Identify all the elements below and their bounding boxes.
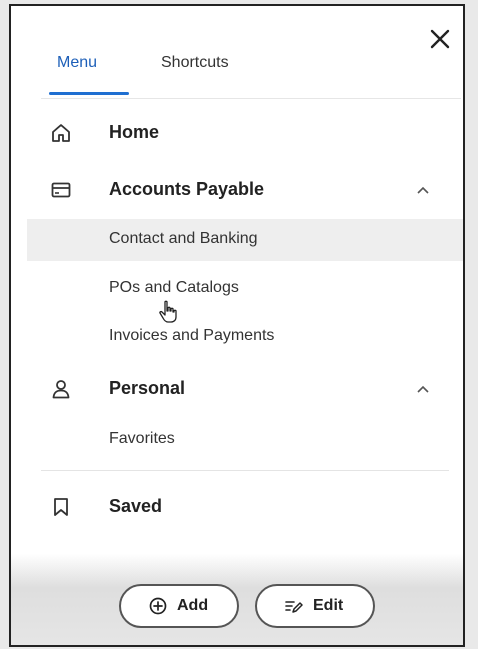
menu-item-personal[interactable]: Personal xyxy=(11,366,463,412)
divider xyxy=(41,470,449,471)
add-button-label: Add xyxy=(177,597,209,614)
menu-item-label: Accounts Payable xyxy=(109,179,265,199)
submenu-item-pos-catalogs[interactable]: POs and Catalogs xyxy=(27,268,463,310)
submenu-item-invoices-payments[interactable]: Invoices and Payments xyxy=(27,316,463,358)
tab-menu[interactable]: Menu xyxy=(57,54,97,72)
menu-footer: Add Edit xyxy=(11,554,463,645)
submenu-item-contact-banking[interactable]: Contact and Banking xyxy=(27,219,463,261)
menu-item-label: Personal xyxy=(109,378,186,398)
chevron-up-icon[interactable] xyxy=(415,182,431,198)
menu-panel: Menu Shortcuts Home Accounts Payable Con… xyxy=(9,4,465,647)
edit-button-label: Edit xyxy=(313,597,344,614)
submenu-item-label: Favorites xyxy=(109,430,175,447)
submenu-item-label: Invoices and Payments xyxy=(109,327,275,344)
person-icon xyxy=(52,380,70,399)
submenu-item-label: Contact and Banking xyxy=(109,230,258,247)
edit-button[interactable]: Edit xyxy=(255,584,375,628)
menu-item-label: Home xyxy=(109,122,160,142)
menu-item-accounts-payable[interactable]: Accounts Payable xyxy=(11,167,463,213)
tab-shortcuts[interactable]: Shortcuts xyxy=(161,54,229,72)
add-circle-icon xyxy=(149,597,167,615)
tab-bar: Menu Shortcuts xyxy=(41,6,461,99)
bookmark-icon xyxy=(54,498,68,516)
hand-cursor-icon xyxy=(159,300,177,323)
menu-item-saved[interactable]: Saved xyxy=(11,484,463,530)
menu-item-home[interactable]: Home xyxy=(11,110,463,156)
edit-icon xyxy=(285,601,303,613)
submenu-item-favorites[interactable]: Favorites xyxy=(27,419,463,461)
card-icon xyxy=(51,182,71,198)
add-button[interactable]: Add xyxy=(119,584,239,628)
active-tab-indicator xyxy=(49,92,129,95)
home-icon xyxy=(52,124,70,142)
submenu-item-label: POs and Catalogs xyxy=(109,279,239,296)
chevron-up-icon[interactable] xyxy=(415,381,431,397)
menu-item-label: Saved xyxy=(109,496,163,516)
